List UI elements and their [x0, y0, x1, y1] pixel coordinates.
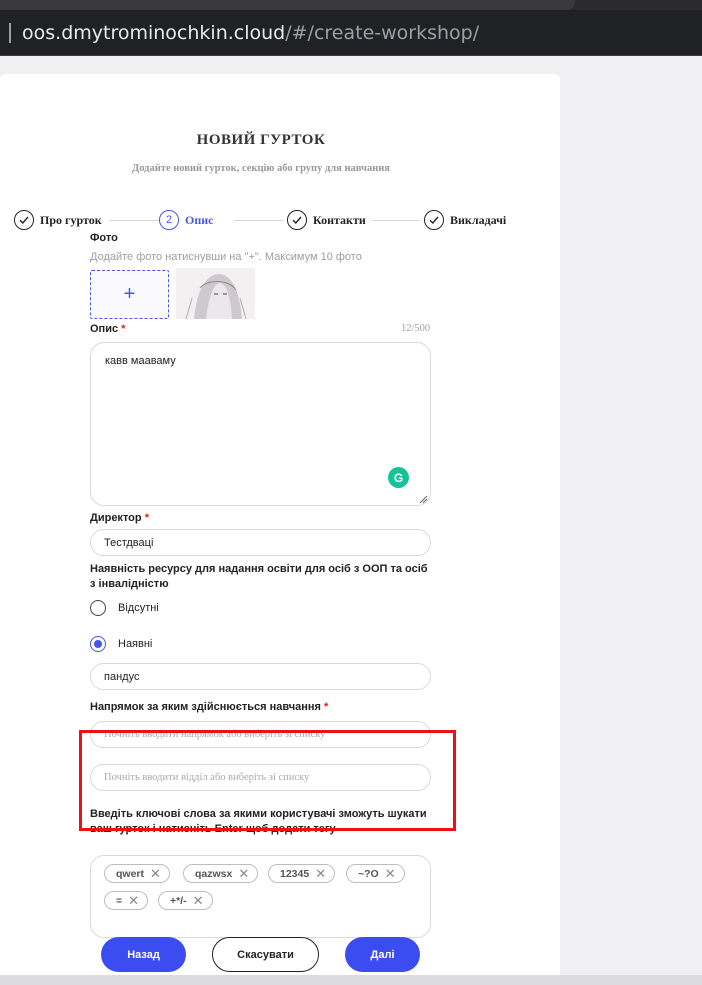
required-mark: * — [121, 323, 126, 335]
step-contacts[interactable]: Контакти — [287, 209, 366, 231]
director-value: Тестдваці — [104, 536, 154, 549]
close-icon[interactable]: ✕ — [128, 894, 139, 907]
description-textarea[interactable]: кавв мааваму — [90, 342, 431, 506]
required-mark: * — [144, 512, 149, 524]
grammarly-icon[interactable]: G — [388, 467, 409, 488]
check-icon — [14, 210, 34, 230]
add-photo-button[interactable]: + — [90, 270, 169, 319]
step-about[interactable]: Про гурток — [14, 209, 102, 231]
tag-chip: = ✕ — [104, 891, 149, 910]
tag-chip: 12345 ✕ — [268, 864, 336, 883]
step-connector — [234, 220, 284, 221]
step-description[interactable]: 2 Опис — [159, 209, 214, 231]
plus-icon: + — [123, 283, 136, 305]
url-path: /#/create-workshop/ — [285, 22, 480, 44]
tag-text: qwert — [116, 867, 145, 880]
browser-tab-strip — [0, 0, 702, 10]
sketch-portrait-icon — [176, 268, 255, 319]
next-button[interactable]: Далі — [345, 937, 420, 972]
radio-label: Наявні — [118, 638, 153, 650]
url-text[interactable]: oos.dmytrominochkin.cloud/#/create-works… — [22, 22, 479, 44]
step-connector — [372, 220, 420, 221]
accessibility-details-input[interactable]: пандус — [90, 663, 431, 690]
url-host: oos.dmytrominochkin.cloud — [22, 22, 286, 44]
page: НОВИЙ ГУРТОК Додайте новий гурток, секці… — [0, 56, 702, 975]
director-label: Директор * — [90, 512, 149, 524]
direction-label-text: Напрямок за яким здійснюється навчання — [90, 701, 321, 713]
required-mark: * — [323, 701, 329, 713]
radio-label: Відсутні — [118, 602, 159, 614]
photo-thumbnail[interactable] — [176, 268, 255, 319]
back-button[interactable]: Назад — [101, 937, 186, 972]
step-connector — [109, 220, 159, 221]
tag-text: +*/- — [170, 894, 187, 907]
description-label-text: Опис — [90, 323, 119, 335]
accessibility-label: Наявність ресурсу для надання освіти для… — [90, 563, 428, 590]
close-icon[interactable]: ✕ — [315, 867, 326, 880]
resize-handle-icon[interactable] — [418, 494, 428, 504]
radio-button[interactable] — [90, 600, 106, 616]
close-icon[interactable]: ✕ — [385, 867, 396, 880]
director-label-text: Директор — [90, 512, 142, 524]
address-divider — [9, 23, 11, 43]
tag-text: 12345 — [280, 867, 310, 880]
radio-button-checked[interactable] — [90, 636, 106, 652]
tag-chip: qazwsx ✕ — [183, 864, 259, 883]
radio-absent[interactable]: Відсутні — [90, 600, 159, 616]
cancel-button[interactable]: Скасувати — [212, 937, 319, 972]
close-icon[interactable]: ✕ — [193, 894, 204, 907]
direction-label: Напрямок за яким здійснюється навчання * — [90, 701, 328, 713]
char-counter: 12/500 — [401, 323, 431, 334]
step-label: Контакти — [313, 212, 366, 227]
tag-chip: ~?O ✕ — [346, 864, 405, 883]
highlight-annotation — [79, 730, 456, 831]
stepper: Про гурток 2 Опис Контакти Викладачі — [14, 209, 524, 231]
browser-tab[interactable] — [0, 0, 575, 10]
check-icon — [287, 210, 307, 230]
tag-chip: qwert ✕ — [104, 864, 170, 883]
grammarly-glyph: G — [393, 470, 404, 485]
description-value: кавв мааваму — [105, 355, 176, 367]
page-subtitle: Додайте новий гурток, секцію або групу д… — [132, 163, 390, 174]
close-icon[interactable]: ✕ — [150, 867, 161, 880]
accessibility-details-value: пандус — [104, 670, 140, 683]
photo-hint: Додайте фото натиснувши на "+". Максимум… — [90, 251, 362, 263]
step-teachers[interactable]: Викладачі — [424, 209, 506, 231]
step-number: 2 — [159, 210, 179, 230]
step-label: Опис — [185, 212, 214, 227]
close-icon[interactable]: ✕ — [238, 867, 249, 880]
step-label: Про гурток — [40, 212, 102, 227]
director-input[interactable]: Тестдваці — [90, 529, 431, 556]
address-bar[interactable]: oos.dmytrominochkin.cloud/#/create-works… — [0, 10, 702, 56]
keywords-tag-input[interactable]: qwert ✕ qazwsx ✕ 12345 ✕ ~?O ✕ = ✕ +*/- ✕ — [90, 855, 431, 938]
tag-text: ~?O — [358, 867, 379, 880]
tag-chip: +*/- ✕ — [158, 891, 213, 910]
bottom-scrollbar-strip — [0, 975, 702, 985]
tag-text: = — [116, 894, 123, 907]
tag-text: qazwsx — [195, 867, 233, 880]
radio-present[interactable]: Наявні — [90, 636, 152, 652]
photo-label: Фото — [90, 232, 118, 244]
description-label: Опис * — [90, 323, 125, 335]
step-label: Викладачі — [450, 212, 507, 227]
check-icon — [424, 210, 444, 230]
page-title: НОВИЙ ГУРТОК — [196, 132, 326, 148]
form-card: НОВИЙ ГУРТОК Додайте новий гурток, секці… — [0, 74, 560, 975]
